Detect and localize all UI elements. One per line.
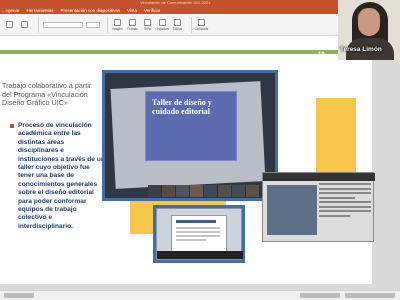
participant-thumbnail xyxy=(190,185,204,197)
shapes-icon xyxy=(129,18,136,26)
arrange-button[interactable]: Organizar xyxy=(155,18,170,31)
document-text-line xyxy=(176,227,220,229)
share-button[interactable]: Compartir xyxy=(194,18,209,31)
slide-count-indicator xyxy=(4,293,34,298)
participant-thumbnail xyxy=(246,185,260,197)
window-title: Vinculación de Comunicación UIC 2021 xyxy=(140,0,211,5)
book-cover-photo[interactable]: Taller de diseño y cuidado editorial xyxy=(105,73,275,198)
participant-thumbnail xyxy=(232,185,246,197)
status-bar xyxy=(0,290,400,300)
participant-thumbnail xyxy=(204,185,218,197)
participant-thumbnail xyxy=(218,185,232,197)
ribbon-button-label: Organizar xyxy=(155,26,170,31)
bullet-paragraph[interactable]: Proceso de vinculación académica entre l… xyxy=(10,122,105,231)
ribbon-button-label: Texto xyxy=(143,26,152,31)
clipboard-icon xyxy=(6,21,13,28)
meeting-participants-bar xyxy=(263,173,375,181)
meeting-screenshot[interactable] xyxy=(156,208,243,260)
ribbon-button-label: Estilos xyxy=(172,26,183,31)
ribbon-separator xyxy=(191,16,192,33)
ribbon-button-label: Imagen xyxy=(112,26,123,31)
document-text-block xyxy=(319,183,371,219)
slide-heading[interactable]: Trabajo colaborativo a partir del Progra… xyxy=(2,81,100,108)
slide-icon xyxy=(21,21,28,28)
bullet-text: Proceso de vinculación académica entre l… xyxy=(18,122,105,230)
arrange-icon xyxy=(159,18,166,26)
share-icon xyxy=(198,18,205,26)
workshop-photo xyxy=(267,185,317,235)
ribbon-button-label: Compartir xyxy=(194,26,209,31)
participant-thumbnail-strip xyxy=(148,185,260,197)
menu-item[interactable]: ...cgenar xyxy=(2,8,20,13)
insert-textbox-button[interactable]: Texto xyxy=(142,18,153,31)
menu-item[interactable]: Herramientas xyxy=(27,8,54,13)
font-size-select[interactable] xyxy=(86,21,100,28)
quick-styles-button[interactable]: Estilos xyxy=(172,18,183,31)
participant-thumbnail xyxy=(148,185,162,197)
document-text-line xyxy=(176,235,220,237)
insert-picture-button[interactable]: Imagen xyxy=(112,18,123,31)
zoom-slider[interactable] xyxy=(345,293,395,298)
paste-button[interactable] xyxy=(4,21,15,28)
menu-item[interactable]: Verificar xyxy=(144,8,160,13)
textbox-icon xyxy=(144,18,151,26)
presenter-name-label: Teresa Limón xyxy=(340,46,382,53)
styles-icon xyxy=(174,18,181,26)
document-text-line xyxy=(176,231,220,233)
participant-thumbnail xyxy=(176,185,190,197)
ribbon-button-label: Formas xyxy=(127,26,138,31)
document-text-line xyxy=(176,239,206,241)
menu-item[interactable]: Presentación con diapositivas xyxy=(61,8,121,13)
yellow-accent-block xyxy=(316,98,356,176)
book-cover-title: Taller de diseño y cuidado editorial xyxy=(152,98,212,116)
font-family-select[interactable] xyxy=(43,21,83,28)
ribbon-separator xyxy=(107,16,108,33)
presenter-face xyxy=(358,8,380,36)
participant-thumbnail xyxy=(162,185,176,197)
meeting-screenshot[interactable] xyxy=(262,172,375,242)
document-heading-line xyxy=(176,220,216,223)
insert-shapes-button[interactable]: Formas xyxy=(127,18,138,31)
book-cover: Taller de diseño y cuidado editorial xyxy=(145,91,237,161)
document-page xyxy=(171,215,227,255)
view-buttons[interactable] xyxy=(300,293,340,298)
participant-thumbnail-strip xyxy=(157,251,243,259)
webcam-video-tile: Teresa Limón xyxy=(338,0,400,60)
menu-item[interactable]: Vista xyxy=(127,8,137,13)
new-slide-button[interactable] xyxy=(19,21,30,28)
bullet-square-icon xyxy=(10,124,14,128)
picture-icon xyxy=(114,18,121,26)
ribbon-separator xyxy=(38,16,39,33)
